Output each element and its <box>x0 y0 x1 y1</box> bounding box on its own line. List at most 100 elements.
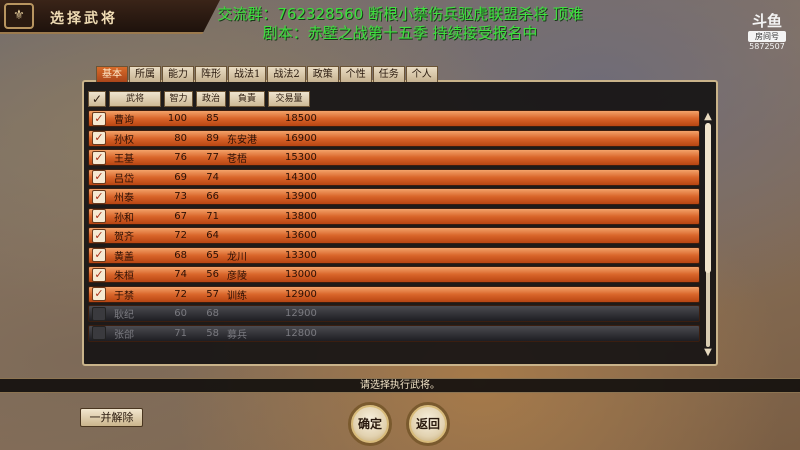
officer-name: 州泰 <box>114 193 134 204</box>
officer-intelligence: 68 <box>174 249 187 261</box>
table-row[interactable]: ✓ 黄盖 68 65 龙川 13300 <box>88 246 700 264</box>
officer-intelligence: 69 <box>174 171 187 183</box>
officer-intelligence: 73 <box>174 191 187 202</box>
column-header-trade[interactable]: 交易量 <box>268 91 310 107</box>
row-checkbox[interactable]: ✓ <box>92 228 106 243</box>
officer-politics: 89 <box>206 132 219 144</box>
tab-tactics-2[interactable]: 战法2 <box>267 66 306 82</box>
officer-name: 耿纪 <box>114 310 134 321</box>
officer-name: 朱桓 <box>114 271 134 282</box>
table-row[interactable]: ✓ 张郃 71 58 募兵 12800 <box>88 324 700 342</box>
table-row[interactable]: ✓ 孙权 80 89 东安港 16900 <box>88 129 700 147</box>
officer-politics: 58 <box>206 327 219 339</box>
row-checkbox[interactable]: ✓ <box>92 170 106 184</box>
release-all-button[interactable]: 一并解除 <box>80 408 143 427</box>
back-button[interactable]: 返回 <box>406 402 450 446</box>
table-row[interactable]: ✓ 王基 76 77 苍梧 15300 <box>88 149 700 166</box>
officer-politics: 66 <box>206 191 219 202</box>
officer-politics: 85 <box>206 113 219 124</box>
officer-trade: 16900 <box>285 132 317 144</box>
scroll-up-arrow-icon[interactable]: ▲ <box>702 112 714 122</box>
tab-policy[interactable]: 政策 <box>306 66 339 82</box>
status-message: 请选择执行武将。 <box>0 378 800 393</box>
officer-trade: 12900 <box>285 288 317 300</box>
tab-basic[interactable]: 基本 <box>96 66 128 82</box>
officer-trade: 18500 <box>285 113 317 124</box>
officer-trade: 13800 <box>285 210 317 222</box>
officer-responsibility: 训练 <box>227 290 247 302</box>
table-row[interactable]: ✓ 耿纪 60 68 12900 <box>88 305 700 322</box>
officer-politics: 57 <box>206 288 219 300</box>
officer-trade: 13000 <box>285 269 317 280</box>
officer-intelligence: 100 <box>167 113 187 124</box>
table-row[interactable]: ✓ 于禁 72 57 训练 12900 <box>88 285 700 303</box>
row-checkbox[interactable]: ✓ <box>92 150 106 165</box>
officer-intelligence: 74 <box>174 269 187 280</box>
stream-overlay-line-1: 交流群：762328560 断根小禁伤兵驱虎联盟杀将 顶难 <box>217 5 583 23</box>
tab-affiliation[interactable]: 所属 <box>129 66 161 82</box>
scroll-thumb[interactable] <box>705 123 711 273</box>
officer-responsibility: 龙川 <box>227 251 247 263</box>
table-scrollbar[interactable]: ▲ ▼ <box>702 112 714 358</box>
officer-name: 黄盖 <box>114 251 134 263</box>
table-row[interactable]: ✓ 孙和 67 71 13800 <box>88 207 700 225</box>
officer-politics: 64 <box>206 230 219 241</box>
officer-name: 贺齐 <box>114 232 134 243</box>
select-all-checkbox[interactable]: ✓ <box>88 91 106 107</box>
officer-politics: 56 <box>206 269 219 280</box>
confirm-button[interactable]: 确定 <box>348 402 392 446</box>
officer-name: 曹询 <box>114 115 134 126</box>
tab-personal[interactable]: 个人 <box>405 66 438 82</box>
officer-trade: 13900 <box>285 191 317 202</box>
row-checkbox[interactable]: ✓ <box>92 306 106 321</box>
scroll-down-arrow-icon[interactable]: ▼ <box>702 348 714 358</box>
officer-responsibility: 东安港 <box>227 134 257 146</box>
officer-trade: 13300 <box>285 249 317 261</box>
row-checkbox[interactable]: ✓ <box>92 131 106 145</box>
officer-trade: 13600 <box>285 230 317 241</box>
column-header-responsibility[interactable]: 負責 <box>229 91 265 107</box>
row-checkbox[interactable]: ✓ <box>92 287 106 301</box>
officer-name: 孙和 <box>114 212 134 224</box>
officer-trade: 12800 <box>285 327 317 339</box>
officer-trade: 12900 <box>285 308 317 319</box>
officer-intelligence: 67 <box>174 210 187 222</box>
stream-overlay-line-2: 剧本：赤壁之战第十五季 持续接受报名中 <box>262 24 538 42</box>
tab-bar: 基本 所属 能力 阵形 战法1 战法2 政策 个性 任务 个人 <box>96 66 439 82</box>
table-row[interactable]: ✓ 贺齐 72 64 13600 <box>88 227 700 244</box>
officer-table: ✓ 曹询 100 85 18500 ✓ 孙权 80 89 东安港 16900 ✓… <box>88 110 700 356</box>
officer-name: 张郃 <box>114 329 134 341</box>
officer-politics: 77 <box>206 152 219 163</box>
officer-intelligence: 60 <box>174 308 187 319</box>
officer-politics: 68 <box>206 308 219 319</box>
officer-name: 王基 <box>114 154 134 165</box>
column-header-politics[interactable]: 政治 <box>196 91 226 107</box>
row-checkbox[interactable]: ✓ <box>92 209 106 223</box>
table-row[interactable]: ✓ 州泰 73 66 13900 <box>88 188 700 205</box>
scroll-track[interactable] <box>705 123 711 347</box>
tab-formation[interactable]: 阵形 <box>195 66 227 82</box>
table-row[interactable]: ✓ 曹询 100 85 18500 <box>88 110 700 127</box>
table-row[interactable]: ✓ 朱桓 74 56 彦陵 13000 <box>88 266 700 283</box>
column-header-intelligence[interactable]: 智力 <box>164 91 193 107</box>
officer-name: 于禁 <box>114 290 134 302</box>
table-row[interactable]: ✓ 吕岱 69 74 14300 <box>88 168 700 186</box>
row-checkbox[interactable]: ✓ <box>92 189 106 204</box>
officer-politics: 71 <box>206 210 219 222</box>
tab-tactics-1[interactable]: 战法1 <box>228 66 267 82</box>
tab-mission[interactable]: 任务 <box>372 66 405 82</box>
tab-ability[interactable]: 能力 <box>162 66 194 82</box>
column-header-name[interactable]: 武将 <box>109 91 161 107</box>
room-label: 房间号 <box>748 31 786 42</box>
tab-personality[interactable]: 个性 <box>339 66 372 82</box>
douyu-logo: 斗鱼 房间号 5872507 <box>746 12 788 52</box>
row-checkbox[interactable]: ✓ <box>92 111 106 126</box>
table-header: ✓ 武将 智力 政治 負責 交易量 <box>88 91 313 107</box>
officer-intelligence: 76 <box>174 152 187 163</box>
officer-politics: 65 <box>206 249 219 261</box>
row-checkbox[interactable]: ✓ <box>92 267 106 282</box>
officer-name: 吕岱 <box>114 173 134 185</box>
row-checkbox[interactable]: ✓ <box>92 248 106 262</box>
officer-responsibility: 彦陵 <box>227 271 247 282</box>
row-checkbox[interactable]: ✓ <box>92 326 106 340</box>
